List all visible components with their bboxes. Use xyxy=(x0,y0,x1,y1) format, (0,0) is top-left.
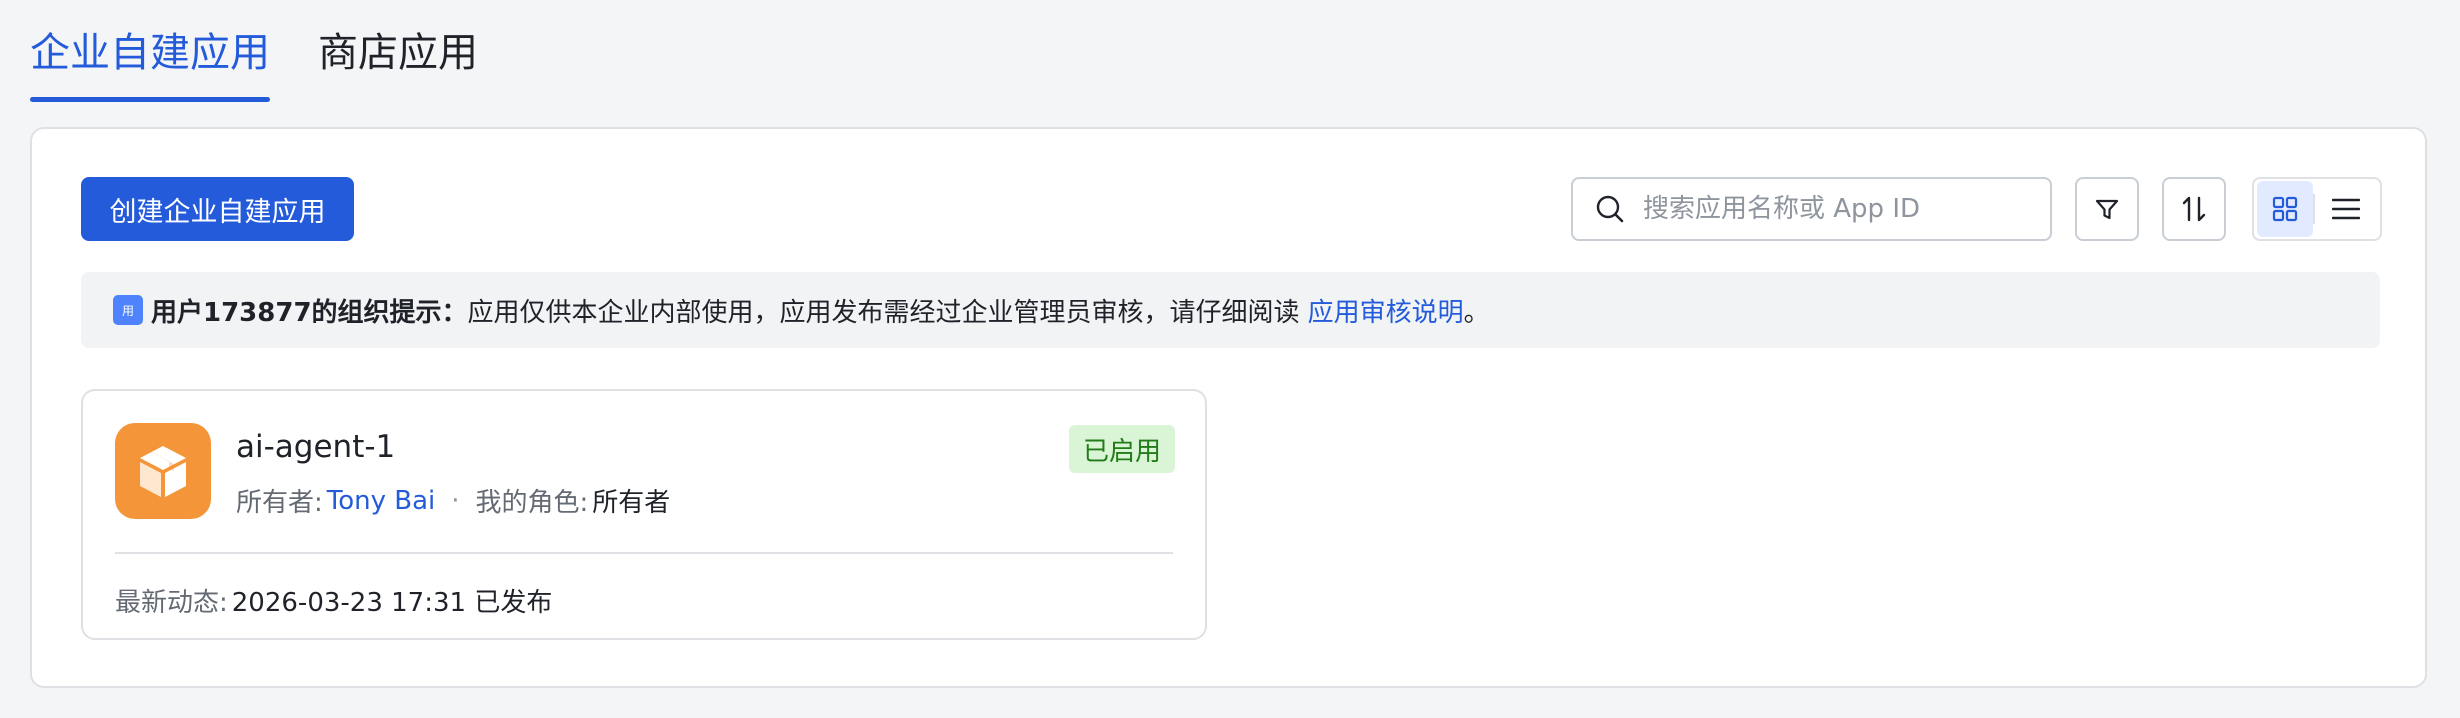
app-card[interactable]: ai-agent-1 所有者: Tony Bai · 我的角色: 所有者 已启用… xyxy=(81,389,1207,640)
latest-value: 2026-03-23 17:31 已发布 xyxy=(231,588,553,618)
view-toggle xyxy=(2252,177,2382,241)
org-notice-banner: 用 用户173877的组织提示： 应用仅供本企业内部使用，应用发布需经过企业管理… xyxy=(81,272,2380,348)
sort-icon xyxy=(2182,196,2206,222)
owner-label: 所有者: xyxy=(236,488,323,518)
search-input[interactable] xyxy=(1641,193,2025,225)
org-badge-icon: 用 xyxy=(113,295,143,325)
app-tabs: 企业自建应用 商店应用 xyxy=(30,0,478,102)
meta-separator: · xyxy=(451,485,460,516)
notice-org-label: 用户173877的组织提示： xyxy=(151,297,468,328)
tab-enterprise-apps[interactable]: 企业自建应用 xyxy=(30,0,270,102)
role-value: 所有者 xyxy=(592,488,671,518)
owner-link[interactable]: Tony Bai xyxy=(327,486,436,516)
review-guide-link[interactable]: 应用审核说明 xyxy=(1308,292,1464,329)
list-view-button[interactable] xyxy=(2315,181,2377,237)
apps-panel: 创建企业自建应用 搜索应用名称或 App ID 用 用户173877的组织提示：… xyxy=(30,127,2427,688)
filter-button[interactable] xyxy=(2075,177,2139,241)
tab-store-apps[interactable]: 商店应用 xyxy=(318,0,478,102)
list-view-icon xyxy=(2332,198,2360,220)
app-meta: 所有者: Tony Bai · 我的角色: 所有者 xyxy=(236,482,670,519)
app-name: ai-agent-1 xyxy=(236,429,396,465)
tab-enterprise-apps-label: 企业自建应用 xyxy=(30,30,270,76)
search-box[interactable] xyxy=(1571,177,2052,241)
grid-view-button[interactable] xyxy=(2257,181,2313,237)
search-icon xyxy=(1596,195,1624,223)
tab-store-apps-label: 商店应用 xyxy=(318,30,478,76)
notice-text: 应用仅供本企业内部使用，应用发布需经过企业管理员审核，请仔细阅读 xyxy=(467,297,1300,328)
package-box-icon xyxy=(115,423,211,519)
latest-label: 最新动态: xyxy=(115,588,228,618)
filter-icon xyxy=(2095,199,2119,220)
status-badge: 已启用 xyxy=(1068,425,1175,473)
latest-activity: 最新动态: 2026-03-23 17:31 已发布 xyxy=(115,582,552,619)
role-label: 我的角色: xyxy=(475,488,589,518)
sort-button[interactable] xyxy=(2162,177,2226,241)
create-enterprise-app-button[interactable]: 创建企业自建应用 xyxy=(81,177,354,241)
card-divider xyxy=(115,552,1173,554)
grid-view-icon xyxy=(2272,196,2298,222)
notice-suffix: 。 xyxy=(1463,297,1490,328)
